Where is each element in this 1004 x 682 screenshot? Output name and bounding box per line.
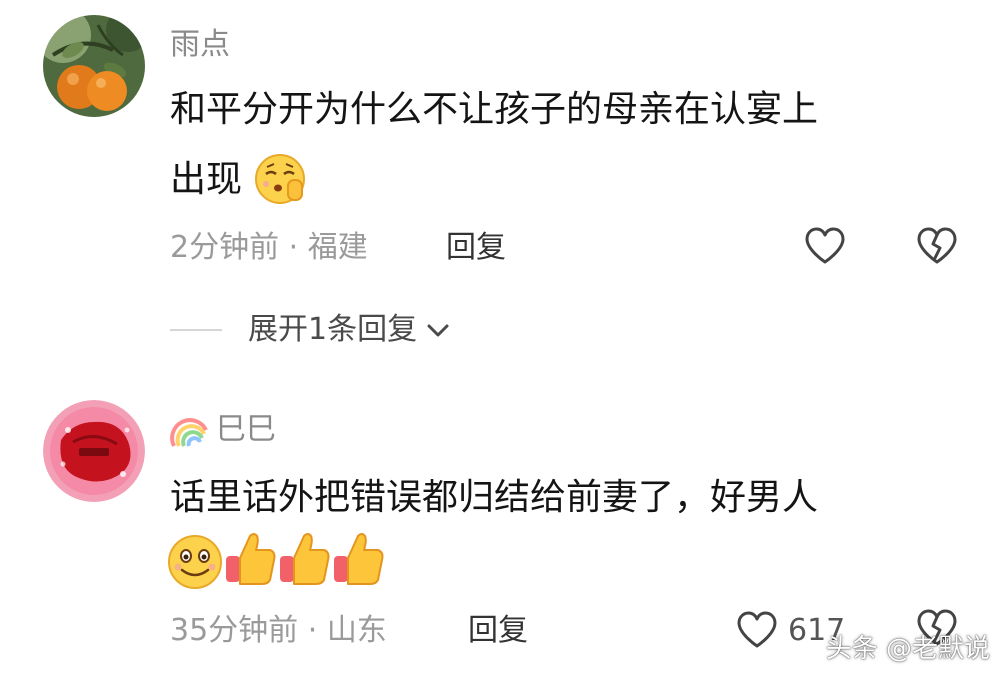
shushing-face-emoji-icon [255,154,305,204]
comment-location: 山东 [326,613,387,648]
comment-time: 2分钟前 [170,230,280,265]
user-avatar[interactable] [43,400,145,502]
thumbs-up-emoji-icon [334,533,384,585]
comment-username[interactable]: 巳巳 [216,410,276,450]
chevron-down-icon [427,324,449,337]
comment-text-line: 和平分开为什么不让孩子的母亲在认宴上 [170,89,819,130]
user-avatar[interactable] [43,15,145,117]
red-pink-badge-avatar-icon [43,400,145,502]
rainbow-icon [170,418,208,447]
like-heart-icon[interactable] [736,610,778,650]
expand-replies-button[interactable]: 展开1条回复 [170,310,451,350]
watermark-label: 头条 @老默说 [825,634,990,664]
comment-username[interactable]: 雨点 [170,25,230,65]
orange-fruit-avatar-icon [43,15,145,117]
thumbs-up-emoji-icon [226,533,276,585]
comment-text-line: 出现 [170,159,243,200]
comment-meta: 2分钟前 · 福建 [170,228,368,268]
meta-separator: · [307,613,327,648]
smile-face-emoji-icon [168,535,222,589]
meta-separator: · [288,230,308,265]
reply-button[interactable]: 回复 [446,228,506,268]
like-heart-icon[interactable] [804,226,846,266]
reply-button[interactable]: 回复 [468,611,528,651]
comment-meta: 35分钟前 · 山东 [170,611,387,651]
comment-time: 35分钟前 [170,613,299,648]
expand-replies-label: 展开1条回复 [248,312,418,347]
comment-list: 雨点 和平分开为什么不让孩子的母亲在认宴上 出现 2分钟前 · 福建 回复 展开… [0,0,1004,682]
dislike-broken-heart-icon[interactable] [916,226,958,266]
thumbs-up-emoji-icon [280,533,330,585]
comment-text-line: 话里话外把错误都归结给前妻了，好男人 [170,477,819,518]
comment-location: 福建 [307,230,368,265]
expand-divider-line [170,329,222,331]
